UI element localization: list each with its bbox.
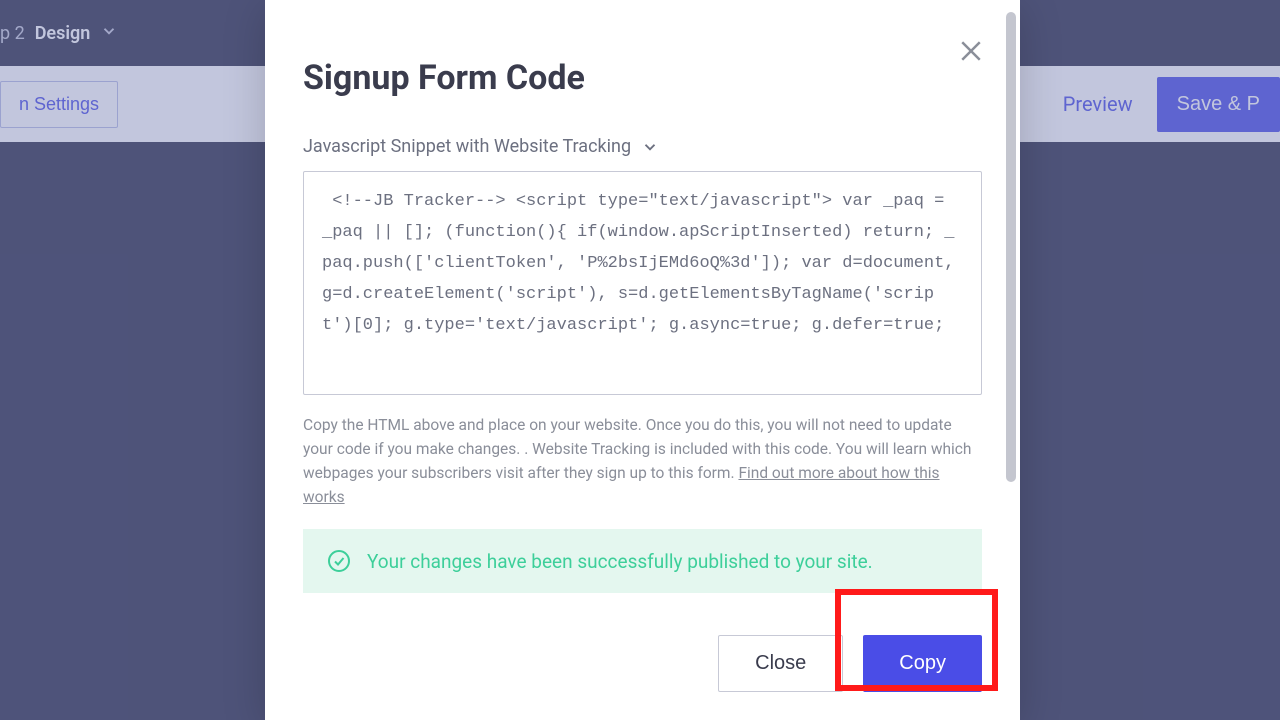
close-button-label: Close: [755, 652, 806, 674]
close-button[interactable]: Close: [718, 635, 843, 692]
modal-footer: Close Copy: [265, 635, 1020, 720]
code-snippet-textarea[interactable]: [303, 171, 982, 395]
modal-title: Signup Form Code: [303, 58, 982, 98]
copy-button-label: Copy: [899, 652, 946, 674]
copy-button[interactable]: Copy: [863, 635, 982, 692]
success-message: Your changes have been successfully publ…: [367, 550, 873, 573]
close-icon[interactable]: [956, 36, 986, 66]
modal-scrollbar[interactable]: [1006, 12, 1016, 512]
signup-form-code-modal: Signup Form Code Javascript Snippet with…: [265, 0, 1020, 720]
help-text: Copy the HTML above and place on your we…: [303, 413, 982, 509]
modal-scrollbar-thumb[interactable]: [1006, 12, 1016, 482]
check-circle-icon: [327, 549, 351, 573]
chevron-down-icon: [641, 138, 659, 156]
snippet-dropdown-label: Javascript Snippet with Website Tracking: [303, 136, 631, 157]
snippet-type-dropdown[interactable]: Javascript Snippet with Website Tracking: [303, 136, 659, 157]
success-banner: Your changes have been successfully publ…: [303, 529, 982, 593]
